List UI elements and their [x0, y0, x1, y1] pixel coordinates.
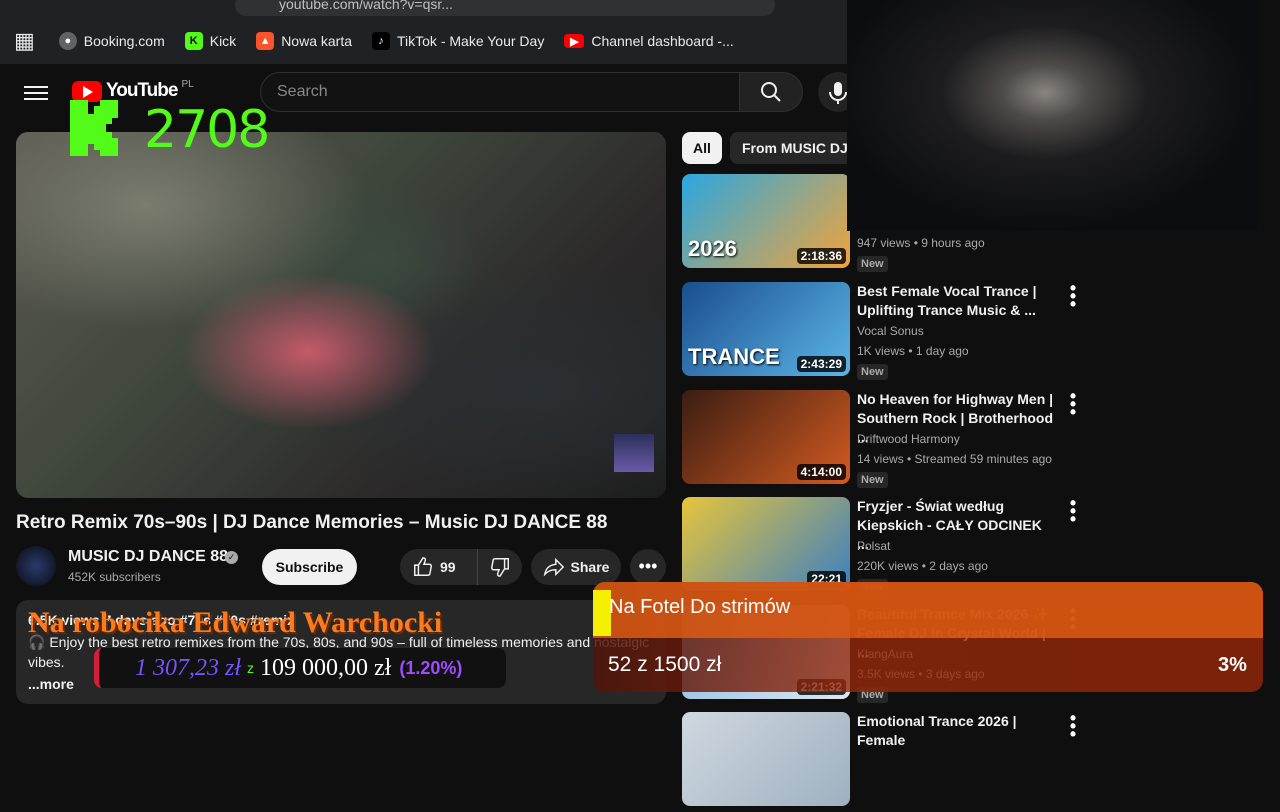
share-label: Share — [570, 559, 610, 575]
bookmark-kick[interactable]: K Kick — [184, 32, 237, 50]
video-watermark — [614, 434, 654, 472]
recommendation-thumbnail[interactable]: 2026 2:18:36 — [682, 174, 850, 268]
youtube-logo-text: YouTube — [106, 80, 178, 101]
more-vert-icon[interactable]: ••• — [1067, 279, 1079, 313]
thumbnail-text: TRANCE — [688, 344, 780, 369]
youtube-studio-icon: ▶ — [564, 34, 585, 48]
duration-badge: 4:14:00 — [796, 464, 846, 480]
dislike-button[interactable] — [478, 556, 522, 578]
streamer-name-overlay: Na robocika Edward Warchocki — [28, 606, 443, 639]
bookmark-label: TikTok - Make Your Day — [397, 33, 545, 49]
bookmark-channel-dashboard[interactable]: ▶ Channel dashboard -... — [564, 33, 734, 49]
subscriber-count: 452K subscribers — [68, 570, 161, 584]
goal-title: Na Fotel Do strimów — [609, 596, 791, 618]
more-vert-icon[interactable]: ••• — [1067, 387, 1079, 421]
new-badge: New — [857, 472, 888, 488]
apps-grid-icon[interactable]: ▦ — [14, 28, 35, 54]
more-vert-icon[interactable]: ••• — [1067, 494, 1079, 528]
video-player[interactable] — [16, 132, 666, 498]
youtube-play-icon — [72, 80, 102, 102]
thumbs-down-icon — [491, 558, 509, 577]
recommendation-views: 1K views • 1 day ago — [857, 344, 969, 358]
recommendation-item[interactable]: 4:14:00 No Heaven for Highway Men | South… — [682, 387, 1112, 490]
donation-current: 1 307,23 zł — [135, 654, 242, 681]
new-badge: New — [857, 364, 888, 380]
page-edge — [1259, 0, 1280, 231]
kick-icon: K — [184, 32, 203, 50]
bookmark-nowa-karta[interactable]: ▲ Nowa karta — [256, 32, 352, 50]
recommendation-channel[interactable]: Polsat — [857, 539, 890, 553]
like-count: 99 — [440, 559, 456, 575]
donation-goal: 109 000,00 zł — [260, 654, 392, 681]
search-input[interactable]: Search — [260, 72, 740, 112]
bookmark-label: Kick — [209, 33, 237, 49]
subscribe-button[interactable]: Subscribe — [262, 549, 357, 585]
verified-check-icon: ✓ — [225, 551, 238, 564]
recommendation-item[interactable]: Emotional Trance 2026 | Female • • • — [682, 709, 1112, 812]
like-button[interactable]: 99 — [400, 549, 478, 585]
thumbs-up-icon — [414, 557, 432, 576]
thumbnail-text: 2026 — [688, 236, 737, 261]
duration-badge: 2:18:36 — [796, 248, 846, 264]
recommendation-title: Best Female Vocal Trance | Uplifting Tra… — [857, 283, 1037, 318]
chip-all[interactable]: All — [682, 132, 722, 164]
more-actions-icon[interactable]: ••• — [630, 549, 666, 585]
address-bar[interactable]: youtube.com/watch?v=qsr... — [235, 0, 775, 16]
webcam-overlay — [847, 0, 1259, 231]
recommendation-thumbnail[interactable]: 4:14:00 — [682, 390, 850, 484]
recommendation-thumbnail[interactable] — [682, 712, 850, 806]
search-button[interactable] — [739, 72, 803, 112]
channel-avatar[interactable] — [16, 546, 56, 586]
goal-percent: 3% — [1218, 654, 1247, 676]
goal-count: 52 z 1500 zł — [608, 653, 722, 676]
duration-badge: 2:43:29 — [796, 356, 846, 372]
recommendation-thumbnail[interactable]: TRANCE 2:43:29 — [682, 282, 850, 376]
like-dislike-group: 99 — [400, 549, 522, 585]
youtube-logo[interactable]: YouTube PL — [72, 78, 194, 102]
share-icon — [543, 557, 564, 577]
new-badge: New — [857, 256, 888, 272]
brave-icon: ▲ — [256, 32, 275, 50]
donation-percent: (1.20%) — [399, 657, 463, 678]
share-button[interactable]: Share — [531, 549, 621, 585]
chip-from-channel[interactable]: From MUSIC DJ DANCE 88 — [730, 132, 850, 164]
globe-icon: ● — [58, 32, 77, 50]
recommendation-views: 947 views • 9 hours ago — [857, 236, 985, 250]
recommendation-title: Emotional Trance 2026 | Female — [857, 713, 1017, 748]
bookmark-label: Channel dashboard -... — [591, 33, 734, 49]
recommendation-channel[interactable]: Vocal Sonus — [857, 324, 924, 338]
donation-goal-bar: 1 307,23 zł z 109 000,00 zł (1.20%) — [94, 648, 506, 688]
address-bar-url: youtube.com/watch?v=qsr... — [279, 0, 453, 12]
more-vert-icon[interactable]: ••• — [1067, 709, 1079, 743]
recommendation-views: 220K views • 2 days ago — [857, 559, 988, 573]
tiktok-icon: ♪ — [372, 32, 390, 50]
recommendation-item[interactable]: TRANCE 2:43:29 Best Female Vocal Trance | … — [682, 279, 1112, 382]
hamburger-menu-icon[interactable] — [24, 82, 48, 102]
bookmark-label: Booking.com — [83, 33, 165, 49]
region-label: PL — [181, 78, 194, 90]
bookmark-tiktok[interactable]: ♪ TikTok - Make Your Day — [372, 32, 544, 50]
recommendation-thumbnail[interactable]: 22:21 — [682, 497, 850, 591]
recommendation-views: 14 views • Streamed 59 minutes ago — [857, 452, 1052, 466]
recommendation-channel[interactable]: Driftwood Harmony — [857, 432, 960, 446]
kick-logo-icon — [70, 100, 118, 156]
kick-follower-count: 2708 — [144, 100, 270, 160]
donation-separator: z — [247, 660, 255, 676]
video-title: Retro Remix 70s–90s | DJ Dance Memories … — [16, 512, 608, 533]
bookmark-booking[interactable]: ● Booking.com — [58, 32, 165, 50]
search-icon — [761, 82, 781, 102]
bookmark-label: Nowa karta — [281, 33, 352, 49]
channel-name[interactable]: MUSIC DJ DANCE 88 — [68, 548, 228, 566]
